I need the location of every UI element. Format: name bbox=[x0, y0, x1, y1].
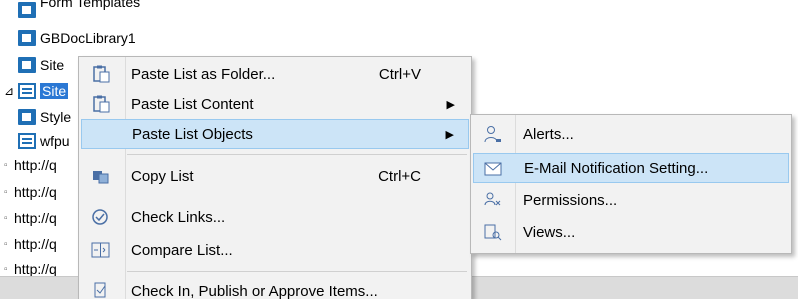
tree-item-site-url[interactable]: ▫ http://q bbox=[4, 180, 57, 204]
paste-folder-icon bbox=[91, 65, 111, 83]
tree-item-site[interactable]: Site bbox=[18, 53, 64, 77]
check-in-icon bbox=[91, 281, 111, 299]
compare-icon bbox=[91, 241, 111, 259]
document-library-icon bbox=[18, 57, 36, 73]
menu-item-paste-list-content[interactable]: Paste List Content ▶ bbox=[81, 89, 469, 119]
copy-list-icon bbox=[91, 167, 111, 185]
expand-icon[interactable]: ⊿ bbox=[4, 84, 18, 98]
submenu-arrow-icon: ▶ bbox=[445, 128, 454, 141]
tree-item-style[interactable]: Style bbox=[18, 105, 71, 129]
menu-item-permissions[interactable]: Permissions... bbox=[473, 185, 789, 215]
tree-item-gbdoclibrary1[interactable]: GBDocLibrary1 bbox=[18, 26, 136, 50]
tree-item-site-url[interactable]: ▫ http://q bbox=[4, 153, 57, 177]
tree-item-site-url[interactable]: ▫ http://q bbox=[4, 206, 57, 230]
menu-item-alerts[interactable]: Alerts... bbox=[473, 119, 789, 149]
views-icon bbox=[483, 223, 503, 241]
menu-item-check-links[interactable]: Check Links... bbox=[81, 202, 469, 232]
menu-item-check-in-publish-approve[interactable]: Check In, Publish or Approve Items... bbox=[81, 279, 469, 299]
menu-item-paste-list-as-folder[interactable]: Paste List as Folder... Ctrl+V bbox=[81, 59, 469, 89]
menu-item-compare-list[interactable]: Compare List... bbox=[81, 235, 469, 265]
paste-list-objects-submenu: Alerts... E-Mail Notification Setting...… bbox=[470, 114, 792, 254]
context-menu: Paste List as Folder... Ctrl+V Paste Lis… bbox=[78, 56, 472, 299]
site-icon: ▫ bbox=[4, 186, 8, 198]
tree-item-site-url[interactable]: ▫ http://q bbox=[4, 262, 57, 276]
menu-item-copy-list[interactable]: Copy List Ctrl+C bbox=[81, 161, 469, 191]
site-icon: ▫ bbox=[4, 212, 8, 224]
list-icon bbox=[18, 133, 36, 149]
site-icon: ▫ bbox=[4, 263, 8, 275]
menu-item-paste-list-objects[interactable]: Paste List Objects ▶ bbox=[81, 119, 469, 149]
submenu-arrow-icon: ▶ bbox=[446, 98, 455, 111]
check-links-icon bbox=[91, 208, 111, 226]
paste-icon bbox=[91, 95, 111, 113]
document-library-icon bbox=[18, 109, 36, 125]
tree-item-wfpu[interactable]: wfpu bbox=[18, 129, 70, 153]
email-notification-icon bbox=[484, 160, 504, 178]
permissions-icon bbox=[483, 191, 503, 209]
site-icon: ▫ bbox=[4, 238, 8, 250]
menu-item-email-notification-setting[interactable]: E-Mail Notification Setting... bbox=[473, 153, 789, 183]
tree-item-site-url[interactable]: ▫ http://q bbox=[4, 232, 57, 256]
tree-item-form-templates[interactable]: Form Templates bbox=[18, 0, 140, 20]
list-icon bbox=[18, 83, 36, 99]
menu-separator bbox=[127, 154, 467, 155]
site-icon: ▫ bbox=[4, 159, 8, 171]
document-library-icon bbox=[18, 30, 36, 46]
document-library-icon bbox=[18, 2, 36, 18]
menu-separator bbox=[127, 271, 467, 272]
alerts-icon bbox=[483, 125, 503, 143]
menu-item-views[interactable]: Views... bbox=[473, 217, 789, 247]
tree-item-site-list-selected[interactable]: ⊿ Site bbox=[4, 79, 69, 103]
